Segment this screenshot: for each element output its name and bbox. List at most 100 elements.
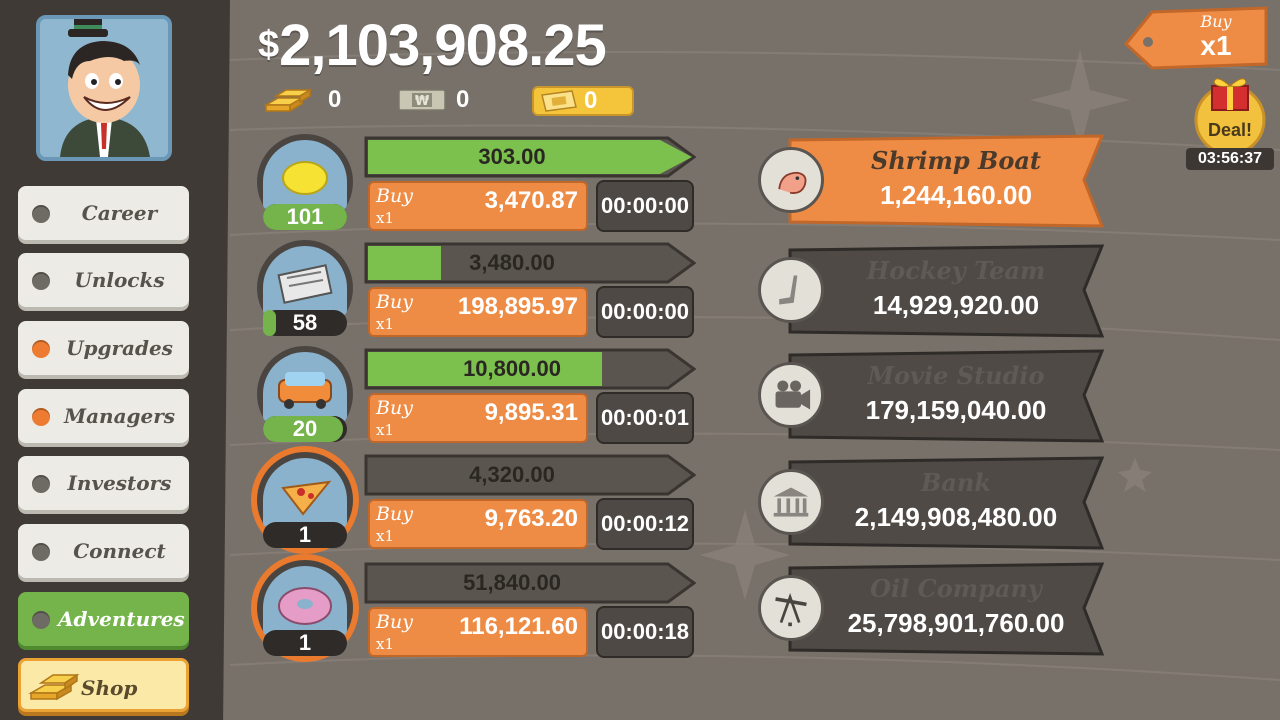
money-amount: 2,103,908.25 — [279, 13, 607, 78]
ticket-icon — [541, 90, 577, 112]
upgrades-button[interactable]: Upgrades — [18, 321, 189, 375]
business-icon-button[interactable]: 101 — [257, 134, 353, 230]
newspaper-icon — [277, 264, 333, 304]
status-dot — [32, 543, 50, 561]
buy-multiplier: x1 — [376, 209, 395, 227]
owned-count: 58 — [263, 310, 347, 336]
owned-count: 1 — [263, 630, 347, 656]
business-icon-backdrop — [263, 352, 347, 422]
gold-bars-counter[interactable]: 0 — [264, 86, 341, 114]
upcoming-business-name: Bank — [921, 468, 991, 497]
business-icon-button[interactable]: 1 — [257, 452, 353, 548]
currency-symbol: $ — [258, 24, 280, 66]
career-label: Career — [81, 201, 158, 225]
gold-bars-icon — [28, 673, 80, 701]
upcoming-business-name: Shrimp Boat — [870, 146, 1041, 175]
unlocks-button[interactable]: Unlocks — [18, 253, 189, 307]
gold-bars-icon — [264, 88, 313, 113]
upcoming-business-cost: 2,149,908,480.00 — [854, 502, 1058, 532]
svg-text:₩: ₩ — [415, 94, 430, 109]
buy-multiplier: x1 — [376, 527, 395, 545]
upcoming-business-banner[interactable]: Movie Studio 179,159,040.00 — [758, 349, 1104, 443]
investors-button[interactable]: Investors — [18, 456, 189, 510]
revenue-progress-bar: 3,480.00 — [364, 242, 697, 284]
notification-dot — [32, 408, 50, 426]
gold-bars-count: 0 — [328, 86, 342, 113]
upcoming-business-banner[interactable]: Oil Company 25,798,901,760.00 — [758, 562, 1104, 656]
buy-business-button[interactable]: Buy x1 9,763.20 — [368, 499, 588, 549]
cycle-timer: 00:00:18 — [596, 606, 694, 658]
owned-count-text: 20 — [292, 416, 318, 441]
buy-label: Buy — [376, 503, 413, 525]
car-wash-icon — [278, 372, 332, 409]
business-icon-button[interactable]: 1 — [257, 560, 353, 656]
shop-label: Shop — [81, 676, 138, 700]
buy-business-button[interactable]: Buy x1 9,895.31 — [368, 393, 588, 443]
upcoming-business-icon-frame — [758, 469, 824, 535]
upcoming-business-cost: 14,929,920.00 — [872, 290, 1040, 320]
upcoming-business-cost: 1,244,160.00 — [880, 180, 1032, 210]
buy-business-button[interactable]: Buy x1 3,470.87 — [368, 181, 588, 231]
deal-label: Deal! — [1207, 120, 1252, 140]
movie-camera-icon — [775, 380, 811, 410]
owned-count-text: 101 — [286, 204, 324, 229]
tickets-counter[interactable]: 0 — [532, 86, 634, 116]
revenue-progress-bar: 303.00 — [364, 136, 697, 178]
cycle-timer: 00:00:01 — [596, 392, 694, 444]
buy-cost: 116,121.60 — [459, 613, 578, 640]
business-icon-backdrop — [263, 566, 347, 636]
buy-multiplier: x1 — [376, 315, 395, 333]
deal-badge[interactable]: Deal! 03:56:37 — [1186, 72, 1274, 170]
revenue-amount: 10,800.00 — [463, 356, 561, 381]
revenue-amount: 3,480.00 — [469, 250, 555, 275]
donut-icon — [278, 587, 332, 625]
owned-count: 1 — [263, 522, 347, 548]
buy-multiplier-button[interactable]: Buy x1 — [1122, 4, 1272, 75]
managers-button[interactable]: Managers — [18, 389, 189, 443]
business-icon-button[interactable]: 20 — [257, 346, 353, 442]
status-dot — [32, 272, 50, 290]
status-dot — [32, 611, 50, 629]
pizza-icon — [281, 480, 332, 516]
player-avatar[interactable] — [36, 15, 172, 161]
cycle-timer: 00:00:00 — [596, 180, 694, 232]
oil-derrick-icon — [775, 593, 807, 627]
buy-multiplier-value: x1 — [1200, 30, 1232, 61]
upcoming-business-name: Movie Studio — [867, 361, 1045, 390]
upcoming-business-icon-frame — [758, 362, 824, 428]
adventures-button[interactable]: Adventures — [18, 592, 189, 646]
buy-multiplier: x1 — [376, 635, 395, 653]
buy-business-button[interactable]: Buy x1 116,121.60 — [368, 607, 588, 657]
shop-button[interactable]: Shop — [18, 658, 189, 712]
buy-multiplier-label: Buy — [1200, 12, 1232, 31]
lemon-icon — [282, 161, 328, 195]
tickets-count: 0 — [584, 87, 598, 114]
buy-label: Buy — [376, 611, 413, 633]
adventures-label: Adventures — [58, 607, 185, 631]
owned-count: 101 — [263, 204, 347, 230]
revenue-progress-bar: 4,320.00 — [364, 454, 697, 496]
status-dot — [32, 475, 50, 493]
shrimp-icon — [778, 171, 807, 194]
connect-button[interactable]: Connect — [18, 524, 189, 578]
megabucks-counter[interactable]: ₩ 0 — [398, 86, 469, 114]
upcoming-business-icon-frame — [758, 575, 824, 641]
money-total: $2,103,908.25 — [258, 12, 607, 79]
notification-dot — [32, 340, 50, 358]
revenue-progress-bar: 51,840.00 — [364, 562, 697, 604]
buy-cost: 198,895.97 — [457, 293, 578, 320]
business-icon-button[interactable]: 58 — [257, 240, 353, 336]
upcoming-business-banner[interactable]: Bank 2,149,908,480.00 — [758, 456, 1104, 550]
buy-label: Buy — [376, 185, 413, 207]
cycle-timer: 00:00:12 — [596, 498, 694, 550]
upcoming-business-cost: 179,159,040.00 — [865, 395, 1047, 425]
buy-multiplier: x1 — [376, 421, 395, 439]
upcoming-business-banner[interactable]: Hockey Team 14,929,920.00 — [758, 244, 1104, 338]
career-button[interactable]: Career — [18, 186, 189, 240]
owned-count-text: 1 — [298, 522, 312, 547]
upcoming-business-banner[interactable]: Shrimp Boat 1,244,160.00 — [758, 134, 1104, 228]
buy-business-button[interactable]: Buy x1 198,895.97 — [368, 287, 588, 337]
deal-timer: 03:56:37 — [1186, 148, 1274, 170]
bank-icon — [773, 487, 809, 517]
business-icon-backdrop — [263, 246, 347, 316]
